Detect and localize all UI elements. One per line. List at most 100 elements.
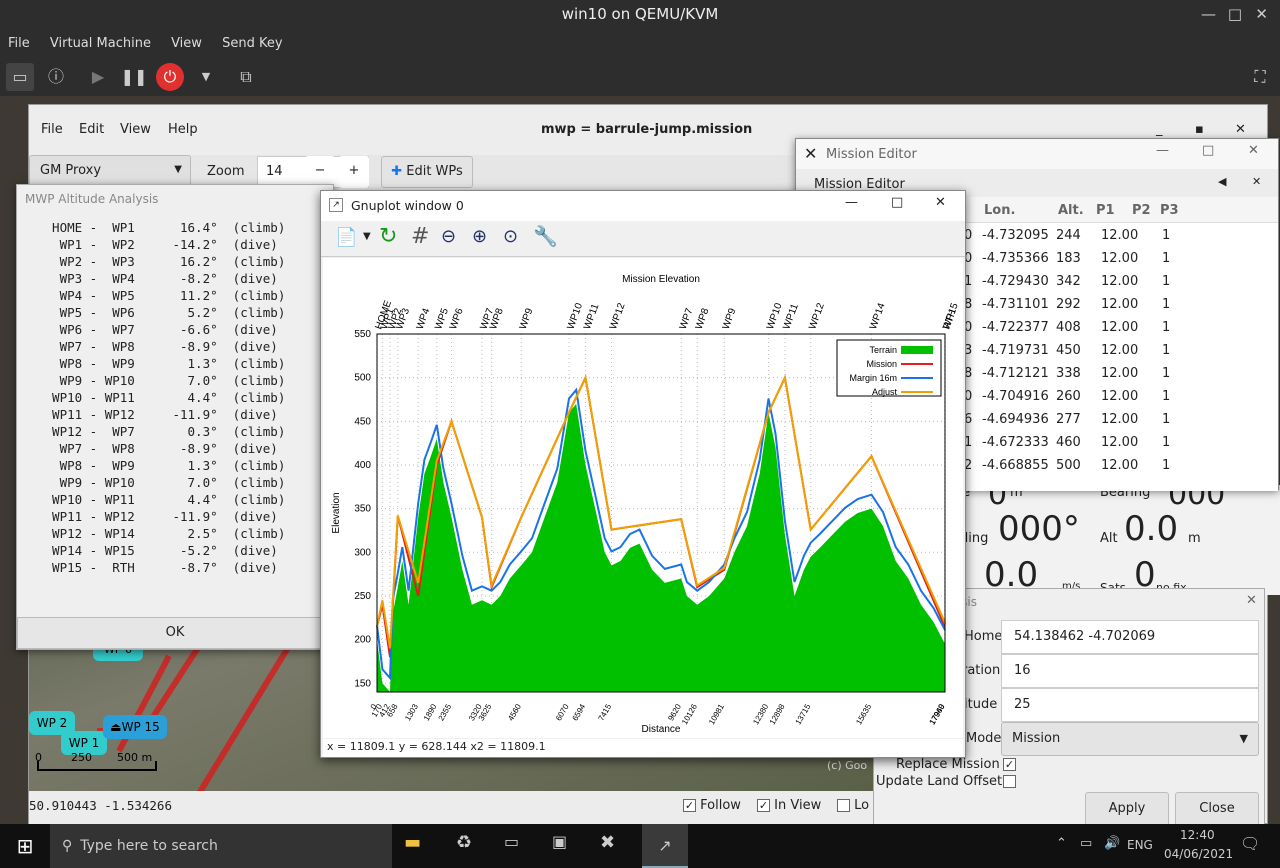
cell-p1: 12.0 <box>1101 343 1130 358</box>
apply-button[interactable]: Apply <box>1085 792 1169 826</box>
chevron-down-icon[interactable]: ▼ <box>363 231 371 242</box>
export-icon[interactable]: 📄 <box>335 227 357 248</box>
play-icon[interactable]: ▶ <box>84 63 112 91</box>
check-icon: ✓ <box>757 799 770 812</box>
close-button[interactable]: Close <box>1175 792 1259 826</box>
zoom-plus-button[interactable]: + <box>339 156 369 188</box>
minimize-icon[interactable]: — <box>1156 143 1169 158</box>
host-menu-view[interactable]: View <box>163 30 210 51</box>
mwp-menu-view[interactable]: View <box>120 105 151 155</box>
fullscreen-icon[interactable]: ⛶ <box>1246 63 1274 91</box>
notification-icon[interactable]: 🗨 <box>1240 834 1260 853</box>
zoom-out-icon[interactable]: ⊖ <box>441 226 456 247</box>
maximize-icon[interactable]: □ <box>891 195 903 210</box>
x2-tick-label: WP9 <box>721 306 739 331</box>
mode-select[interactable]: Mission ▼ <box>1001 722 1259 756</box>
host-menu-vm[interactable]: Virtual Machine <box>42 30 159 51</box>
back-icon[interactable]: ◀ <box>1218 175 1226 188</box>
y-tick-label: 250 <box>354 591 371 602</box>
maximize-icon[interactable]: □ <box>1228 0 1242 28</box>
info-icon[interactable]: ⓘ <box>42 63 70 91</box>
altitude-field[interactable]: 25 <box>1001 688 1259 722</box>
maximize-icon[interactable]: □ <box>1202 143 1214 158</box>
gnuplot-canvas[interactable]: 150 200 250 300 350 400 450 500 550 0 HOME 170 WP1 41… <box>323 258 963 738</box>
clock-time[interactable]: 12:40 <box>1180 828 1215 842</box>
mwp-menu-edit[interactable]: Edit <box>79 105 104 155</box>
close-tab-icon[interactable]: ✕ <box>1252 175 1261 188</box>
follow-label: Follow <box>700 798 741 813</box>
language-indicator[interactable]: ENG <box>1127 838 1153 852</box>
clearance-field[interactable]: 16 <box>1001 654 1259 688</box>
x2-tick-label: RTH <box>941 308 958 331</box>
x2-tick-label: WP6 <box>448 306 466 331</box>
drone-icon[interactable]: ✖ <box>600 832 630 860</box>
mwp-menu-file[interactable]: File <box>41 105 63 155</box>
map-provider-value: GM Proxy <box>40 163 102 178</box>
close-icon[interactable]: ✕ <box>1255 0 1268 28</box>
grid-icon[interactable]: # <box>411 224 429 249</box>
y-tick-label: 300 <box>354 547 371 558</box>
zoom-in-icon[interactable]: ⊕ <box>472 226 487 247</box>
replace-mission-checkbox[interactable]: ✓ <box>1003 758 1016 771</box>
power-icon[interactable]: ⏻ <box>156 63 184 91</box>
x2-tick-label: WP9 <box>518 306 536 331</box>
tray-up-icon[interactable]: ⌃ <box>1056 836 1067 851</box>
minimize-icon[interactable]: — <box>845 195 858 210</box>
ok-button[interactable]: OK <box>17 617 333 649</box>
lock-label: Lo <box>854 798 870 813</box>
minimize-icon[interactable]: — <box>1201 0 1216 28</box>
clock-date[interactable]: 04/06/2021 <box>1164 847 1233 861</box>
close-icon[interactable]: ✕ <box>1248 143 1259 158</box>
list-item: WP6 - WP7 -6.6° (dive) <box>37 322 278 337</box>
header-alt[interactable]: Alt. <box>1058 203 1084 218</box>
follow-checkbox[interactable]: ✓ Follow <box>683 798 741 813</box>
screens-icon[interactable]: ⧉ <box>232 63 260 91</box>
pause-icon[interactable]: ❚❚ <box>120 63 148 91</box>
mode-label: Mode <box>966 731 1002 746</box>
list-item: WP5 - WP6 5.2° (climb) <box>37 305 286 320</box>
mwp-menu-help[interactable]: Help <box>168 105 198 155</box>
mwp-status-bar: 50.910443 -1.534266 ✓ Follow ✓ In View L… <box>29 791 879 825</box>
chevron-down-icon[interactable]: ▼ <box>192 63 220 91</box>
taskbar-search[interactable]: ⚲ Type here to search <box>50 824 392 868</box>
file-explorer-icon[interactable]: ▬ <box>404 832 434 860</box>
terminal-2-icon[interactable]: ▣ <box>552 832 582 860</box>
close-icon[interactable]: ✕ <box>935 195 946 210</box>
close-icon[interactable]: ✕ <box>1246 593 1257 608</box>
chart-xlabel: Distance <box>642 724 681 735</box>
header-p2[interactable]: P2 <box>1132 203 1151 218</box>
windows-start-icon[interactable]: ⊞ <box>0 824 50 868</box>
host-menu-sendkey[interactable]: Send Key <box>214 30 290 51</box>
network-icon[interactable]: ▭ <box>1080 836 1092 851</box>
elevation-chart: 1502002503003504004505005500HOME170WP141… <box>331 274 961 735</box>
unzoom-icon[interactable]: ⊙ <box>503 226 518 247</box>
update-land-checkbox[interactable] <box>1003 775 1016 788</box>
edit-wps-button[interactable]: ✚ Edit WPs <box>381 156 473 188</box>
edit-wps-label: Edit WPs <box>406 164 463 179</box>
cell-alt: 500 <box>1056 458 1081 473</box>
wrench-icon[interactable]: 🔧 <box>533 224 558 248</box>
map-provider-select[interactable]: GM Proxy ▼ <box>29 155 191 187</box>
header-p1[interactable]: P1 <box>1096 203 1115 218</box>
home-field[interactable]: 54.138462 -4.702069 <box>1001 620 1259 654</box>
x-tick-label: 15635 <box>854 702 873 726</box>
host-menu-file[interactable]: File <box>0 30 38 51</box>
legend-label: Adjust <box>872 387 898 397</box>
header-lon[interactable]: Lon. <box>984 203 1015 218</box>
host-toolbar: ▭ ⓘ ▶ ❚❚ ⏻ ▼ ⧉ ⛶ <box>0 58 1280 96</box>
gnuplot-task-icon[interactable]: ↗ <box>642 824 688 868</box>
recycle-icon[interactable]: ♻ <box>456 832 486 860</box>
x2-tick-label: WP4 <box>415 306 433 331</box>
replot-icon[interactable]: ↻ <box>379 224 397 249</box>
lock-checkbox[interactable]: Lo <box>837 798 869 813</box>
scale-0: 0 <box>35 751 42 764</box>
terminal-icon[interactable]: ▭ <box>504 832 534 860</box>
cell-p3: 1 <box>1162 228 1171 243</box>
cell-p2: 0 <box>1130 297 1139 312</box>
monitor-icon[interactable]: ▭ <box>6 63 34 91</box>
waypoint-marker-wp15[interactable]: ⏏WP 15 <box>103 715 167 739</box>
in-view-checkbox[interactable]: ✓ In View <box>757 798 821 813</box>
header-p3[interactable]: P3 <box>1160 203 1179 218</box>
y-tick-label: 200 <box>354 635 371 646</box>
volume-icon[interactable]: 🔊 <box>1104 836 1120 851</box>
